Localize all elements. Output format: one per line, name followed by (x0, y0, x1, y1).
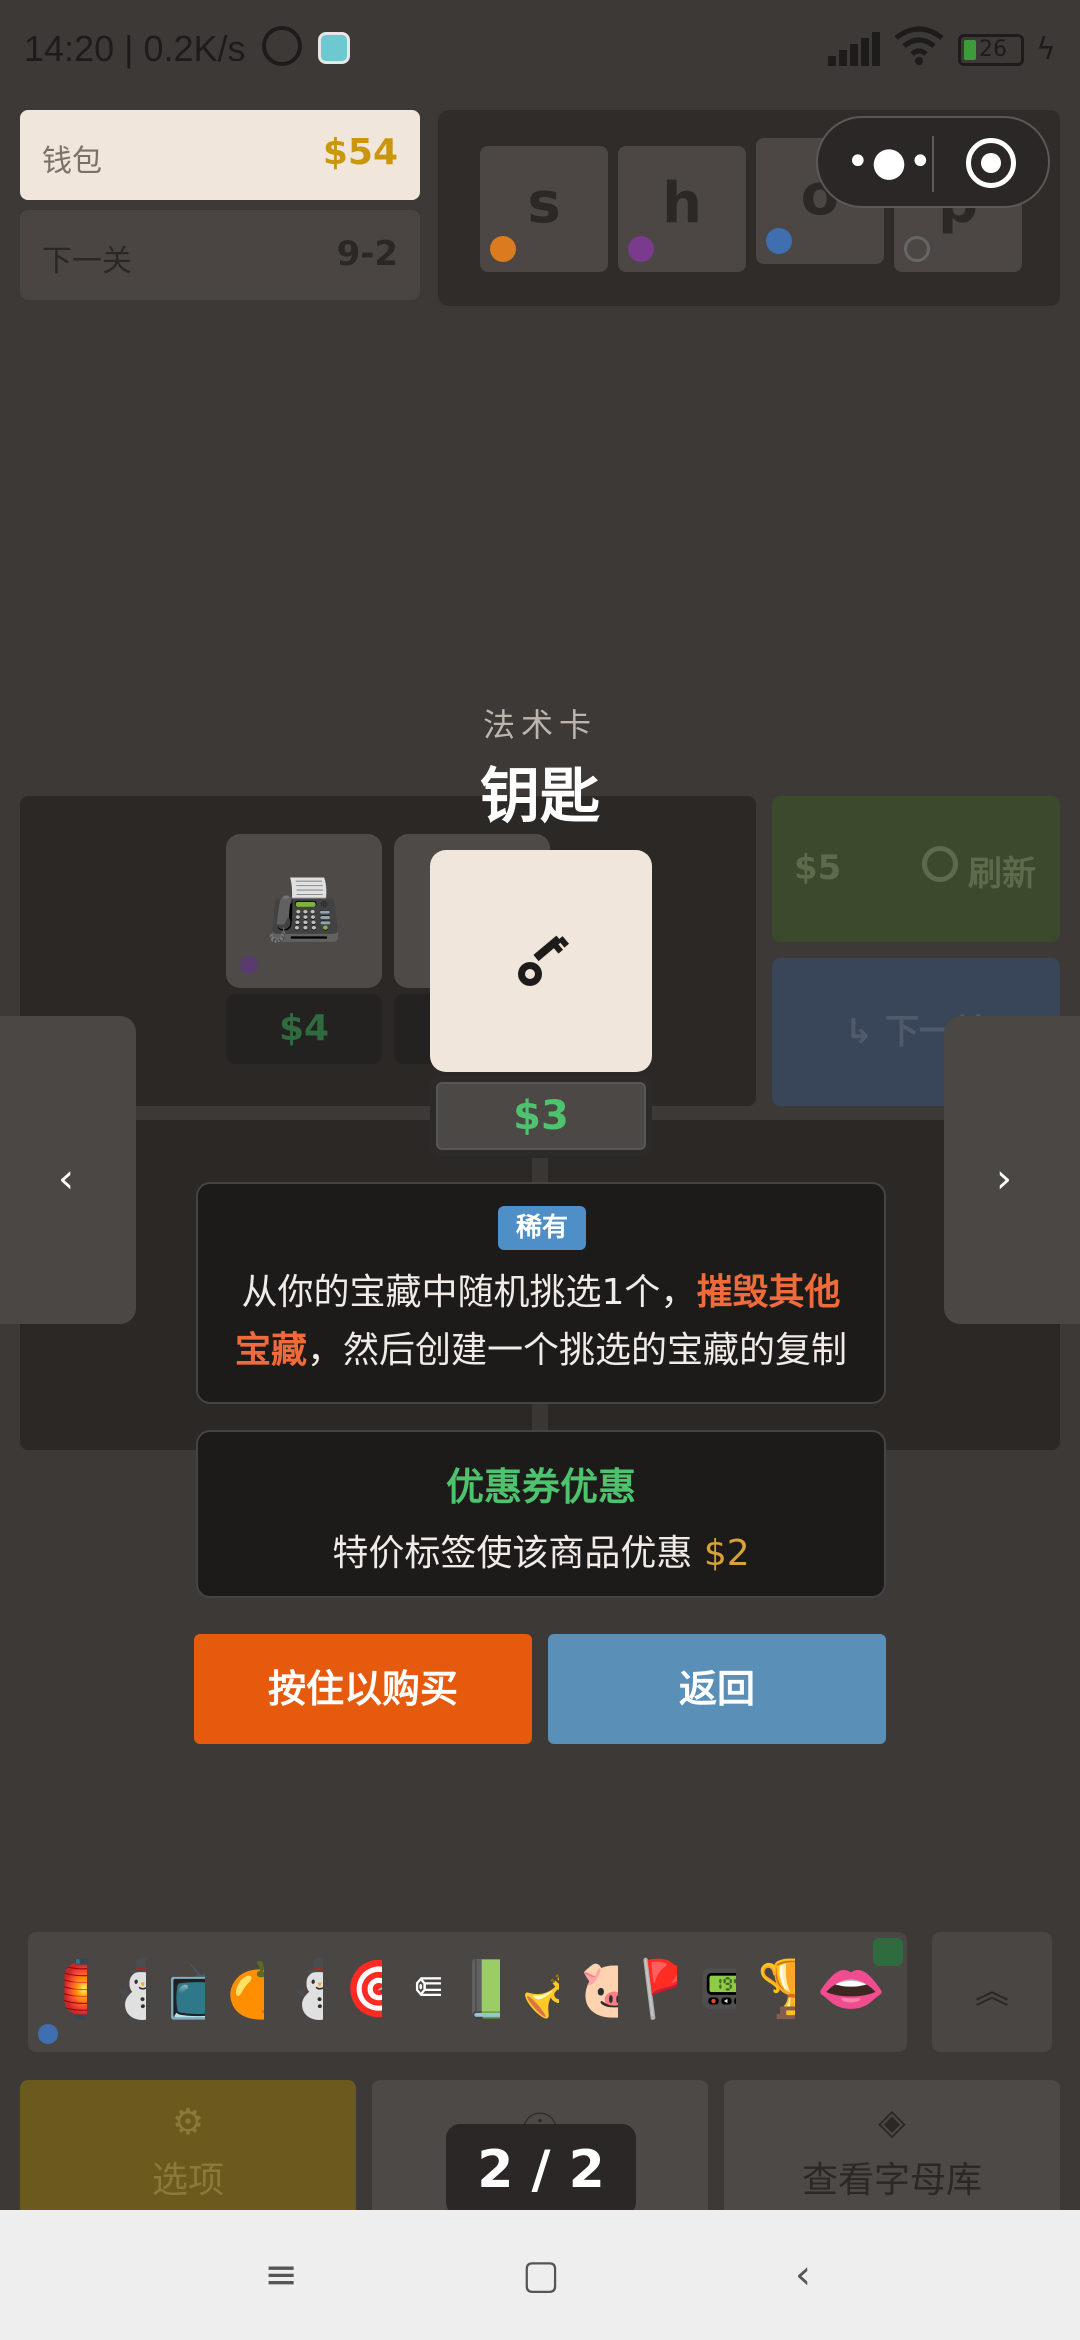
back-icon[interactable]: ‹ (778, 2250, 828, 2300)
next-level-value: 9-2 (336, 234, 398, 274)
wallet-value: $54 (322, 132, 398, 173)
hold-to-buy-button[interactable]: 按住以购买 (194, 1634, 532, 1744)
price-tag-icon (873, 1938, 903, 1966)
tile-dot (490, 236, 516, 262)
next-level-label: 下一关 (42, 244, 132, 279)
rarity-badge: 稀有 (498, 1206, 586, 1250)
wallet-panel: 钱包 $54 (20, 110, 420, 200)
charging-icon: ϟ (1036, 32, 1056, 67)
chevron-right-icon: › (996, 1156, 1012, 1202)
layers-icon: ◈ (878, 2102, 906, 2143)
next-card-button[interactable]: › (944, 1016, 1080, 1324)
card-title: 钥匙 (480, 762, 600, 832)
key-icon (518, 935, 570, 986)
battery-icon: 26 (958, 34, 1024, 66)
next-level-panel: 下一关 9-2 (20, 210, 420, 300)
refresh-label: 刷新 (968, 854, 1036, 894)
coupon-panel: 优惠券优惠 特价标签使该商品优惠 $2 (196, 1430, 886, 1598)
desc-text-2: ，然后创建一个挑选的宝藏的复制 (307, 1330, 848, 1371)
coupon-title: 优惠券优惠 (445, 1465, 636, 1509)
description-text: 从你的宝藏中随机挑选1个，摧毁其他宝藏，然后创建一个挑选的宝藏的复制 (220, 1264, 862, 1380)
card-category: 法术卡 (482, 706, 597, 744)
coupon-desc: 特价标签使该商品优惠 (332, 1533, 704, 1574)
chevron-left-icon: ‹ (58, 1156, 74, 1202)
tile-dot (628, 236, 654, 262)
tab-label: 查看字母库 (801, 2160, 982, 2201)
back-button[interactable]: 返回 (548, 1634, 886, 1744)
desc-text-1: 从你的宝藏中随机挑选1个， (241, 1272, 697, 1313)
tab-label: 选项 (151, 2160, 224, 2201)
wifi-icon (894, 26, 944, 65)
treasure-strip: 🏮 ⛄ 📺 🍊 ⛄ 🎯 ✏ 📗 🎺 🐷 🚩 📟 🏆 👄 (28, 1932, 1052, 2052)
treasure-dot (38, 2024, 58, 2044)
shop-item-price: $4 (226, 994, 382, 1064)
status-bar: 14:20 | 0.2K/s 26 ϟ (0, 0, 1080, 100)
app-notification-icon (318, 32, 350, 64)
description-panel: 稀有 从你的宝藏中随机挑选1个，摧毁其他宝藏，然后创建一个挑选的宝藏的复制 (196, 1182, 886, 1404)
shop-item-card[interactable]: 📠 (226, 834, 382, 988)
system-nav-bar: ≡ ▢ ‹ (0, 2210, 1080, 2340)
alarm-icon (262, 26, 302, 66)
tile-dot (904, 236, 930, 262)
cellular-signal-icon (828, 30, 880, 66)
desc-highlight-1: 摧毁其他 (696, 1272, 841, 1313)
miniprogram-capsule: •●• (816, 116, 1050, 208)
card-price: $3 (436, 1082, 646, 1150)
card-price-box: $3 (430, 1076, 652, 1156)
letter-tile-s: s (480, 146, 608, 272)
treasure-slot[interactable]: 👄 (795, 1932, 907, 2052)
more-dots-icon[interactable]: •●• (846, 142, 934, 182)
expand-up-icon[interactable]: ︽ (932, 1932, 1052, 2052)
wallet-label: 钱包 (42, 144, 102, 179)
menu-icon[interactable]: ≡ (256, 2250, 306, 2300)
prev-card-button[interactable]: ‹ (0, 1016, 136, 1324)
target-icon[interactable] (966, 138, 1016, 188)
tab-letter-library[interactable]: ◈ 查看字母库 (724, 2080, 1060, 2230)
letter-tile-h: h (618, 146, 746, 272)
spell-card (430, 850, 652, 1072)
gear-icon: ⚙ (171, 2102, 205, 2143)
capsule-divider (932, 136, 934, 192)
tab-options[interactable]: ⚙ 选项 (20, 2080, 356, 2230)
home-icon[interactable]: ▢ (516, 2250, 566, 2300)
item-dot (240, 956, 258, 974)
desc-highlight-2: 宝藏 (234, 1330, 307, 1371)
page-indicator: 2 / 2 (446, 2124, 636, 2216)
coupon-text: 特价标签使该商品优惠 $2 (198, 1524, 884, 1576)
refresh-icon (922, 846, 958, 882)
status-time: 14:20 | 0.2K/s (24, 28, 246, 69)
coupon-amount: $2 (703, 1533, 750, 1574)
refresh-price: $5 (794, 848, 842, 888)
fax-icon: 📠 (266, 876, 342, 946)
tile-dot (766, 228, 792, 254)
